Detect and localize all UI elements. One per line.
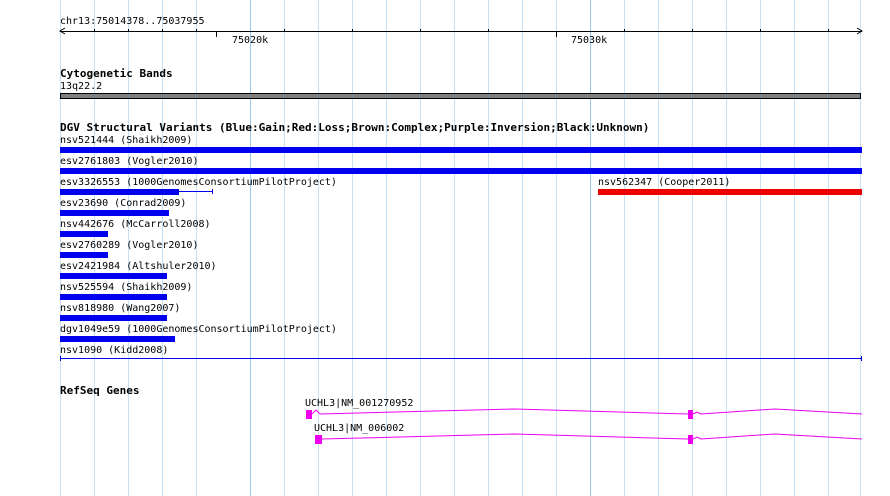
gene-models[interactable] xyxy=(0,0,890,496)
